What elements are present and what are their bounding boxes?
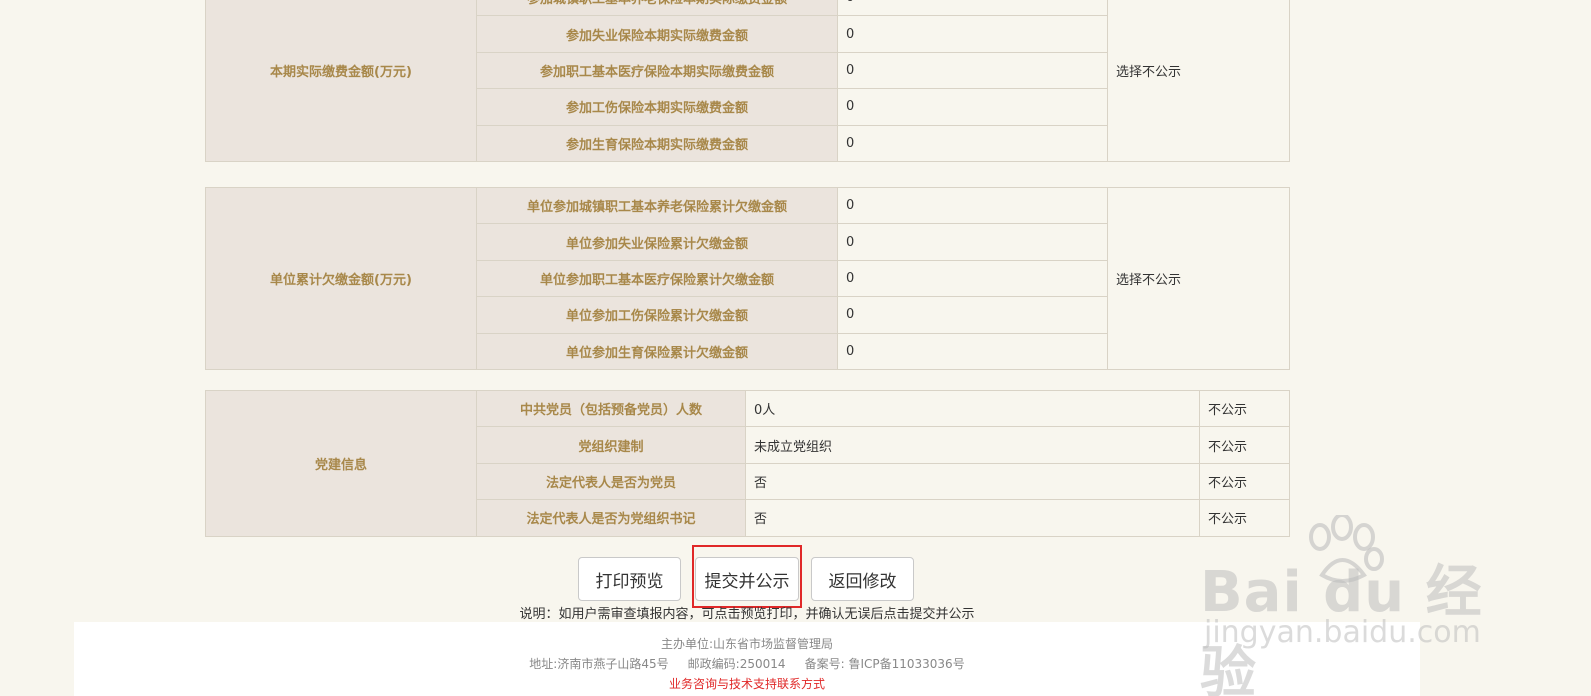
row-value: 未成立党组织 bbox=[745, 426, 1200, 464]
group-label-arrears: 单位累计欠缴金额(万元) bbox=[205, 187, 477, 370]
row-label: 参加工伤保险本期实际缴费金额 bbox=[476, 88, 838, 126]
arrears-amount-table: 单位累计欠缴金额(万元) 单位参加城镇职工基本养老保险累计欠缴金额 0 选择不公… bbox=[205, 186, 1290, 370]
row-label: 参加生育保险本期实际缴费金额 bbox=[476, 124, 838, 162]
row-value: 0 bbox=[837, 259, 1108, 298]
print-preview-button[interactable]: 打印预览 bbox=[578, 557, 681, 601]
row-value: 0 bbox=[837, 15, 1108, 53]
row-label: 法定代表人是否为党组织书记 bbox=[476, 499, 746, 537]
row-value: 0 bbox=[837, 296, 1108, 334]
row-label: 单位参加工伤保险累计欠缴金额 bbox=[476, 296, 838, 334]
table-row: 本期实际缴费金额(万元) 参加城镇职工基本养老保险本期实际缴费金额 0 选择不公… bbox=[205, 0, 1290, 162]
row-value: 0 bbox=[837, 332, 1108, 370]
publicity-status: 不公示 bbox=[1199, 462, 1290, 501]
row-value: 否 bbox=[745, 462, 1200, 501]
party-building-table: 党建信息 中共党员（包括预备党员）人数 0人 不公示 党组织建制 未成立党组织 … bbox=[205, 389, 1290, 537]
row-value: 0人 bbox=[745, 389, 1200, 428]
publicity-status: 不公示 bbox=[1199, 389, 1290, 428]
group-label-payment: 本期实际缴费金额(万元) bbox=[205, 0, 477, 162]
group-label-party: 党建信息 bbox=[205, 390, 477, 537]
row-label: 单位参加职工基本医疗保险累计欠缴金额 bbox=[476, 259, 838, 298]
row-label: 参加城镇职工基本养老保险本期实际缴费金额 bbox=[476, 0, 838, 17]
row-value: 0 bbox=[837, 223, 1108, 261]
row-value: 0 bbox=[837, 51, 1108, 90]
row-value: 0 bbox=[837, 88, 1108, 126]
row-value: 0 bbox=[837, 0, 1108, 17]
table-row: 党建信息 中共党员（包括预备党员）人数 0人 不公示 bbox=[205, 389, 1290, 537]
row-label: 中共党员（包括预备党员）人数 bbox=[476, 389, 746, 428]
publicity-status: 不公示 bbox=[1199, 499, 1290, 537]
table-row: 单位累计欠缴金额(万元) 单位参加城镇职工基本养老保险累计欠缴金额 0 选择不公… bbox=[205, 186, 1290, 370]
footer-contact-link[interactable]: 业务咨询与技术支持联系方式 bbox=[74, 675, 1420, 692]
return-to-edit-button[interactable]: 返回修改 bbox=[811, 557, 914, 601]
footer-sponsor: 主办单位:山东省市场监督管理局 bbox=[660, 637, 834, 651]
row-value: 否 bbox=[745, 499, 1200, 537]
row-value: 0 bbox=[837, 186, 1108, 225]
action-bar: 打印预览 提交并公示 返回修改 bbox=[0, 557, 1591, 601]
payment-amount-table: 本期实际缴费金额(万元) 参加城镇职工基本养老保险本期实际缴费金额 0 选择不公… bbox=[205, 0, 1290, 162]
row-label: 党组织建制 bbox=[476, 426, 746, 464]
row-value: 0 bbox=[837, 124, 1108, 162]
publicity-status: 选择不公示 bbox=[1107, 187, 1290, 370]
row-label: 法定代表人是否为党员 bbox=[476, 462, 746, 501]
publicity-status: 不公示 bbox=[1199, 426, 1290, 464]
row-label: 参加失业保险本期实际缴费金额 bbox=[476, 15, 838, 53]
submit-and-publish-button[interactable]: 提交并公示 bbox=[695, 557, 799, 601]
row-label: 参加职工基本医疗保险本期实际缴费金额 bbox=[476, 51, 838, 90]
row-label: 单位参加城镇职工基本养老保险累计欠缴金额 bbox=[476, 186, 838, 225]
footer: 主办单位:山东省市场监督管理局 地址:济南市燕子山路45号 邮政编码:25001… bbox=[74, 622, 1420, 696]
publicity-status: 选择不公示 bbox=[1107, 0, 1290, 162]
row-label: 单位参加失业保险累计欠缴金额 bbox=[476, 223, 838, 261]
row-label: 单位参加生育保险累计欠缴金额 bbox=[476, 332, 838, 370]
instruction-note: 说明：如用户需审查填报内容，可点击预览打印，并确认无误后点击提交并公示 bbox=[519, 607, 975, 622]
footer-address: 地址:济南市燕子山路45号 邮政编码:250014 备案号: 鲁ICP备1103… bbox=[529, 657, 965, 671]
